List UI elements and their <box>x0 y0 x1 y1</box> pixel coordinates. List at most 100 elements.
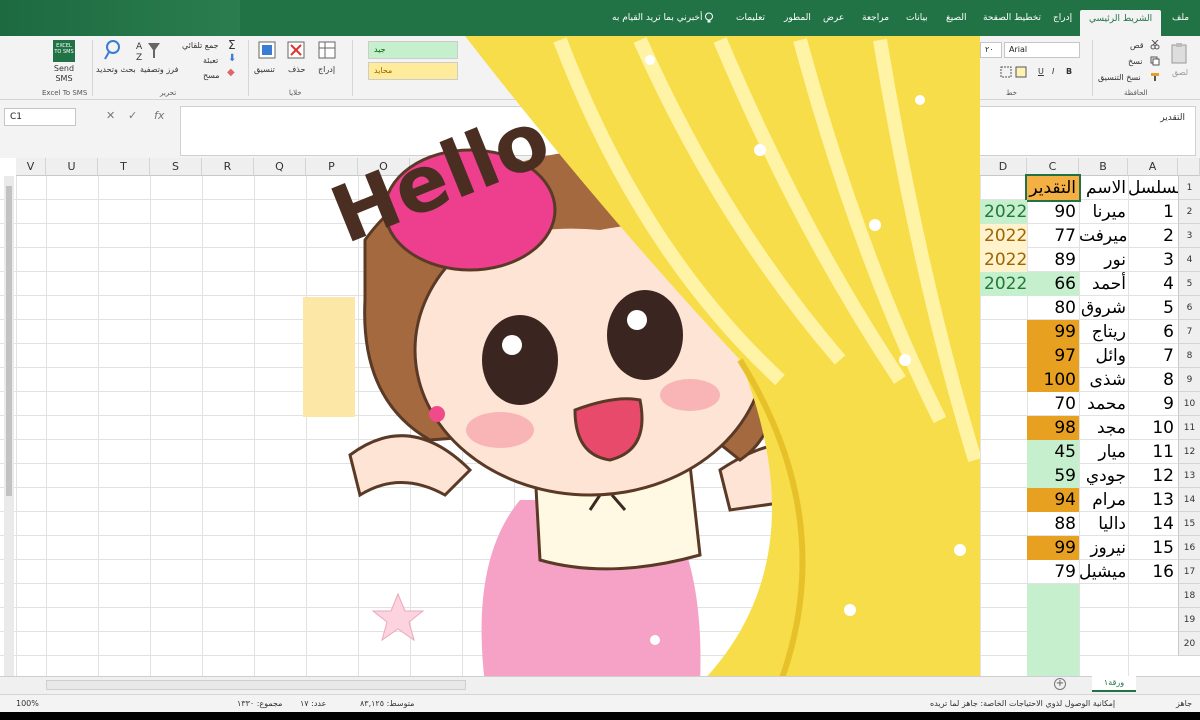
horizontal-scrollbar[interactable] <box>46 680 466 690</box>
row-header[interactable]: 2 <box>1178 200 1200 224</box>
column-header[interactable]: U <box>46 158 98 176</box>
send-sms-button[interactable]: Send SMS <box>52 64 76 84</box>
font-name-select[interactable]: Arial <box>1004 42 1080 58</box>
format-cells-button[interactable]: تنسيق <box>254 65 275 74</box>
tell-me-search[interactable]: أخبرني بما تريد القيام به <box>612 13 703 23</box>
grade-cell[interactable]: 88 <box>1027 512 1079 536</box>
row-header[interactable]: 10 <box>1178 392 1200 416</box>
empty-cell[interactable] <box>1027 608 1079 632</box>
serial-cell[interactable]: 2 <box>1128 224 1178 248</box>
name-cell[interactable]: مرام <box>1079 488 1128 512</box>
name-cell[interactable]: شروق <box>1079 296 1128 320</box>
grade-cell[interactable]: 45 <box>1027 440 1079 464</box>
serial-cell[interactable]: 13 <box>1128 488 1178 512</box>
grade-cell[interactable]: 89 <box>1027 248 1079 272</box>
row-header[interactable]: 20 <box>1178 632 1200 656</box>
row-header[interactable]: 4 <box>1178 248 1200 272</box>
grade-cell[interactable]: 59 <box>1027 464 1079 488</box>
tab-view[interactable]: عرض <box>823 13 844 23</box>
serial-cell[interactable]: 3 <box>1128 248 1178 272</box>
name-cell[interactable]: جودي <box>1079 464 1128 488</box>
borders-icon[interactable] <box>1000 66 1030 78</box>
year-cell[interactable]: 2022 <box>980 248 1027 272</box>
tab-home[interactable]: الشريط الرئيسي <box>1080 10 1162 36</box>
name-cell[interactable]: ميشيل <box>1079 560 1128 584</box>
clear-button[interactable]: مسح <box>203 71 220 80</box>
name-cell[interactable]: ميار <box>1079 440 1128 464</box>
empty-cell[interactable] <box>1027 656 1079 676</box>
row-header[interactable]: 5 <box>1178 272 1200 296</box>
name-cell[interactable]: شذى <box>1079 368 1128 392</box>
row-header[interactable]: 6 <box>1178 296 1200 320</box>
serial-cell[interactable]: 14 <box>1128 512 1178 536</box>
grade-cell[interactable]: 66 <box>1027 272 1079 296</box>
serial-cell[interactable]: 16 <box>1128 560 1178 584</box>
grade-cell[interactable]: 90 <box>1027 200 1079 224</box>
column-header[interactable]: C <box>1027 158 1079 176</box>
grade-cell[interactable]: 94 <box>1027 488 1079 512</box>
serial-cell[interactable]: 8 <box>1128 368 1178 392</box>
serial-cell[interactable]: 12 <box>1128 464 1178 488</box>
year-cell[interactable]: 2022 <box>980 224 1027 248</box>
serial-cell[interactable]: 7 <box>1128 344 1178 368</box>
column-header[interactable]: T <box>98 158 150 176</box>
grade-cell[interactable]: 77 <box>1027 224 1079 248</box>
grade-cell[interactable]: 80 <box>1027 296 1079 320</box>
grade-cell[interactable]: 98 <box>1027 416 1079 440</box>
empty-cell[interactable] <box>1027 584 1079 608</box>
column-header[interactable]: S <box>150 158 202 176</box>
tab-insert[interactable]: إدراج <box>1053 13 1072 23</box>
empty-cell[interactable] <box>1027 632 1079 656</box>
column-header[interactable]: B <box>1079 158 1128 176</box>
serial-cell[interactable]: 5 <box>1128 296 1178 320</box>
row-header[interactable]: 17 <box>1178 560 1200 584</box>
name-cell[interactable]: مجد <box>1079 416 1128 440</box>
serial-cell[interactable]: 9 <box>1128 392 1178 416</box>
header-cell-name[interactable]: الاسم <box>1079 176 1128 200</box>
row-header[interactable]: 14 <box>1178 488 1200 512</box>
header-cell-serial[interactable]: مسلسل <box>1128 176 1178 200</box>
row-header[interactable]: 15 <box>1178 512 1200 536</box>
font-size-select[interactable]: ٢٠ <box>980 42 1002 58</box>
row-header[interactable]: 12 <box>1178 440 1200 464</box>
row-header[interactable]: 7 <box>1178 320 1200 344</box>
header-cell-grade[interactable]: التقدير <box>1025 174 1081 202</box>
row-header[interactable]: 16 <box>1178 536 1200 560</box>
serial-cell[interactable]: 6 <box>1128 320 1178 344</box>
tab-developer[interactable]: المطور <box>784 13 811 23</box>
italic-button[interactable]: I <box>1052 67 1054 76</box>
name-box[interactable]: C1 <box>4 108 76 126</box>
name-cell[interactable]: محمد <box>1079 392 1128 416</box>
tab-review[interactable]: مراجعة <box>862 13 889 23</box>
row-header[interactable]: 13 <box>1178 464 1200 488</box>
serial-cell[interactable]: 15 <box>1128 536 1178 560</box>
row-header[interactable]: 11 <box>1178 416 1200 440</box>
bold-button[interactable]: B <box>1066 67 1072 76</box>
underline-button[interactable]: U <box>1038 67 1044 76</box>
row-header[interactable]: 8 <box>1178 344 1200 368</box>
cancel-icon[interactable]: ✕ <box>106 109 115 122</box>
grade-cell[interactable]: 97 <box>1027 344 1079 368</box>
sort-filter-button[interactable]: فرز وتصفية <box>140 65 178 75</box>
grade-cell[interactable]: 70 <box>1027 392 1079 416</box>
add-sheet-icon[interactable]: + <box>1054 678 1066 690</box>
row-header[interactable]: 19 <box>1178 608 1200 632</box>
tab-help[interactable]: تعليمات <box>736 13 765 23</box>
grade-cell[interactable]: 100 <box>1027 368 1079 392</box>
name-cell[interactable]: ريتاج <box>1079 320 1128 344</box>
tab-data[interactable]: بيانات <box>906 13 928 23</box>
name-cell[interactable]: داليا <box>1079 512 1128 536</box>
row-header[interactable]: 3 <box>1178 224 1200 248</box>
sheet-tab[interactable]: ورقة١ <box>1092 676 1136 692</box>
tab-formulas[interactable]: الصيغ <box>946 13 967 23</box>
serial-cell[interactable]: 11 <box>1128 440 1178 464</box>
tab-page-layout[interactable]: تخطيط الصفحة <box>983 13 1041 23</box>
row-header[interactable]: 9 <box>1178 368 1200 392</box>
enter-icon[interactable]: ✓ <box>128 109 137 122</box>
name-cell[interactable]: أحمد <box>1079 272 1128 296</box>
column-header[interactable]: R <box>202 158 254 176</box>
find-select-button[interactable]: بحث وتحديد <box>96 65 136 74</box>
grade-cell[interactable]: 79 <box>1027 560 1079 584</box>
grade-cell[interactable]: 99 <box>1027 320 1079 344</box>
name-cell[interactable]: ميرفت <box>1079 224 1128 248</box>
